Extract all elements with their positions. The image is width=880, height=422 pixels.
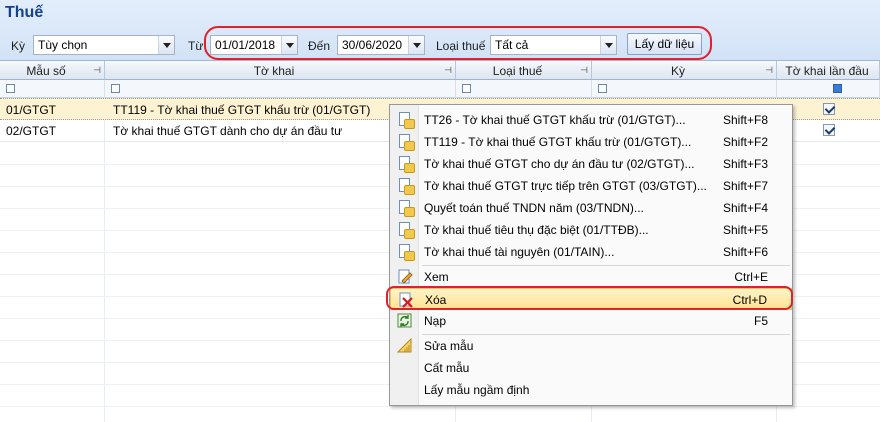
menu-item-02gtgt[interactable]: Tờ khai thuế GTGT cho dự án đầu tư (02/G…: [390, 153, 792, 175]
menu-item-default-template[interactable]: Lấy mẫu ngầm định: [390, 379, 792, 401]
document-icon: [397, 112, 415, 129]
column-header-loai-thue[interactable]: Loại thuế ⊣: [456, 61, 592, 80]
filter-row: [0, 80, 880, 98]
mau-so-cell: 01/GTGT: [6, 103, 57, 117]
menu-item-01ttdb[interactable]: Tờ khai thuế tiêu thụ đặc biệt (01/TTĐB)…: [390, 219, 792, 241]
mau-so-cell: 02/GTGT: [6, 124, 57, 138]
pin-icon[interactable]: ⊣: [444, 65, 452, 76]
menu-item-save-template[interactable]: Cất mẫu: [390, 357, 792, 379]
first-filing-checkbox[interactable]: [823, 124, 835, 136]
document-icon: [397, 244, 415, 261]
document-icon: [397, 156, 415, 173]
menu-item-tt119-01gtgt[interactable]: TT119 - Tờ khai thuế GTGT khấu trừ (01/G…: [390, 131, 792, 153]
page-title: Thuế: [5, 4, 44, 21]
period-label: Kỳ: [11, 39, 26, 53]
filter-icon[interactable]: [462, 84, 471, 93]
menu-item-edit-template[interactable]: Sửa mẫu: [390, 335, 792, 357]
menu-item-tt26-01gtgt[interactable]: TT26 - Tờ khai thuế GTGT khấu trừ (01/GT…: [390, 109, 792, 131]
column-header-ky[interactable]: Kỳ ⊣: [592, 61, 777, 80]
chevron-down-icon[interactable]: [158, 36, 174, 54]
filter-icon[interactable]: [598, 84, 607, 93]
menu-item-03gtgt[interactable]: Tờ khai thuế GTGT trực tiếp trên GTGT (0…: [390, 175, 792, 197]
pin-icon[interactable]: ⊣: [93, 65, 101, 76]
document-icon: [397, 222, 415, 239]
period-select[interactable]: Tùy chọn: [33, 35, 175, 55]
period-value: Tùy chọn: [38, 38, 88, 52]
filter-icon[interactable]: [111, 84, 120, 93]
first-filing-checkbox[interactable]: [823, 103, 835, 115]
grid-line: [104, 98, 105, 422]
document-icon: [397, 178, 415, 195]
filter-cell[interactable]: [592, 80, 777, 98]
ruler-icon: [396, 337, 413, 354]
from-label: Từ: [188, 39, 204, 53]
annotation-highlight: [204, 26, 712, 60]
edit-icon: [397, 269, 413, 285]
menu-item-reload[interactable]: Nạp F5: [390, 310, 792, 332]
toolbar: Thuế Kỳ Tùy chọn Từ 01/01/2018 Đến 30/06…: [0, 0, 880, 61]
filter-cell[interactable]: [105, 80, 456, 98]
filter-cell[interactable]: [456, 80, 592, 98]
context-menu: TT26 - Tờ khai thuế GTGT khấu trừ (01/GT…: [389, 104, 793, 406]
column-header-to-khai[interactable]: Tờ khai ⊣: [105, 61, 456, 80]
filter-icon[interactable]: [6, 84, 15, 93]
menu-item-01tain[interactable]: Tờ khai thuế tài nguyên (01/TAIN)... Shi…: [390, 241, 792, 263]
menu-item-view[interactable]: Xem Ctrl+E: [390, 266, 792, 288]
column-header-lan-dau[interactable]: Tờ khai lần đầu: [777, 61, 880, 80]
filter-icon[interactable]: [833, 84, 842, 93]
column-header-mau-so[interactable]: Mẫu số ⊣: [0, 61, 105, 80]
annotation-highlight: [386, 286, 793, 310]
pin-icon[interactable]: ⊣: [580, 65, 588, 76]
document-icon: [397, 200, 415, 217]
filter-cell[interactable]: [777, 80, 880, 98]
grid-line: [0, 406, 880, 407]
filter-cell[interactable]: [0, 80, 105, 98]
document-icon: [397, 134, 415, 151]
pin-icon[interactable]: ⊣: [765, 65, 773, 76]
refresh-icon: [397, 313, 413, 329]
menu-item-03tndn[interactable]: Quyết toán thuế TNDN năm (03/TNDN)... Sh…: [390, 197, 792, 219]
